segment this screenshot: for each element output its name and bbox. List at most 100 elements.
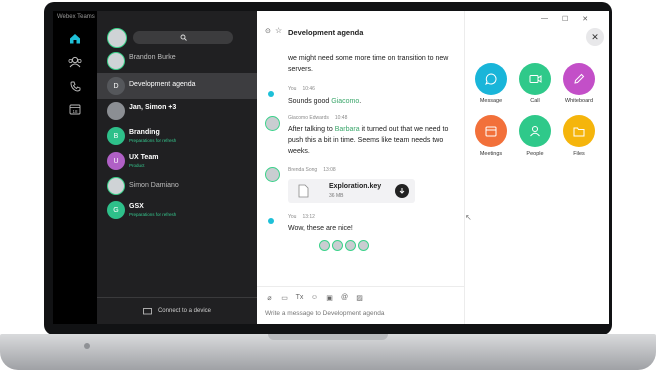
call-tile[interactable]: [519, 63, 551, 95]
message-input[interactable]: [265, 310, 455, 317]
person-icon: [530, 126, 540, 137]
image-icon[interactable]: ▨: [355, 293, 364, 302]
list-item[interactable]: Simon Damiano: [97, 174, 257, 198]
chat-bubble-icon: [485, 73, 497, 85]
avatar: [332, 240, 343, 251]
avatar: [265, 116, 280, 131]
avatar: [107, 102, 125, 120]
connect-device-button[interactable]: Connect to a device: [97, 297, 257, 324]
connect-label: Connect to a device: [157, 308, 212, 314]
message-text: we might need some more time on transiti…: [288, 55, 449, 73]
list-item[interactable]: B Branding Preparations for refresh: [97, 124, 286, 148]
message-meta: Giacomo Edwards 10:48: [288, 115, 348, 121]
info-icon[interactable]: ⊙: [265, 27, 271, 35]
star-icon[interactable]: ☆: [275, 26, 282, 35]
app-title: Webex Teams: [57, 14, 95, 20]
list-item-subtitle: Preparations for refresh: [129, 138, 177, 143]
emoji-icon[interactable]: ☺: [310, 293, 319, 302]
tile-label: Meetings: [479, 151, 503, 157]
tile-label: Call: [530, 98, 540, 104]
message-tile[interactable]: [475, 63, 507, 95]
pencil-icon: [574, 73, 585, 84]
list-item-subtitle: Preparations for refresh: [129, 212, 177, 217]
composer-divider: [257, 286, 464, 287]
mention: Barbara: [334, 126, 360, 133]
read-dot: [268, 91, 274, 97]
composer-toolbar: ⌀ ▭ Tx ☺ ▣ @ ▨: [265, 293, 364, 302]
calendar-icon[interactable]: 18: [65, 100, 85, 118]
files-tile[interactable]: [563, 115, 595, 147]
mention-icon[interactable]: @: [340, 293, 349, 302]
list-item-name: Jan, Simon +3: [129, 104, 177, 111]
read-dot: [268, 218, 274, 224]
close-panel-button[interactable]: ✕: [586, 28, 604, 46]
message-meta: You 13:12: [288, 214, 315, 220]
message-text: Sounds good Giacomo.: [288, 98, 362, 105]
mouse-cursor-icon: ↖: [465, 213, 472, 222]
list-item-name: UX Team: [129, 154, 159, 161]
list-item[interactable]: G GSX Preparations for refresh: [97, 198, 286, 222]
video-icon: [529, 75, 541, 83]
activity-panel: — ☐ ✕ ✕ Message Call Whiteboard Meetings…: [465, 11, 609, 324]
list-item-name: Simon Damiano: [129, 182, 179, 189]
profile-avatar[interactable]: [107, 28, 127, 48]
app-window: Webex Teams 18 + Brandon Burke D De: [53, 11, 609, 324]
mention: Giacomo: [331, 98, 360, 105]
message-meta: Brenda Song 13:08: [288, 167, 336, 173]
maximize-icon[interactable]: ☐: [562, 15, 568, 23]
list-item[interactable]: Jan, Simon +3 @: [97, 99, 286, 123]
file-size: 36 MB: [329, 193, 344, 199]
nav-rail: Webex Teams 18: [53, 11, 97, 324]
list-item[interactable]: U UX Team Product: [97, 149, 257, 173]
list-item-subtitle: Product: [129, 163, 145, 168]
gif-icon[interactable]: ▣: [325, 293, 334, 302]
file-icon: [298, 184, 309, 198]
avatar: G: [107, 201, 125, 219]
tile-label: Files: [573, 151, 585, 157]
avatar: U: [107, 152, 125, 170]
cast-icon: [143, 307, 152, 314]
minimize-icon[interactable]: —: [541, 15, 548, 23]
list-item-name: Branding: [129, 129, 160, 136]
screenshot-icon[interactable]: ▭: [280, 293, 289, 302]
download-icon[interactable]: [395, 184, 409, 198]
home-icon[interactable]: [65, 29, 85, 47]
file-name: Exploration.key: [329, 183, 382, 190]
search-icon: [180, 34, 187, 41]
list-item-name: Brandon Burke: [129, 54, 176, 61]
tile-label: Whiteboard: [564, 98, 594, 104]
read-receipts: [319, 240, 369, 251]
people-tile[interactable]: [519, 115, 551, 147]
search-input[interactable]: [133, 31, 233, 44]
list-header: +: [97, 11, 295, 49]
avatar: [265, 167, 280, 182]
file-attachment[interactable]: Exploration.key 36 MB: [288, 179, 415, 203]
message-text: After talking to Barbara it turned out t…: [288, 126, 449, 155]
meetings-tile[interactable]: [475, 115, 507, 147]
conversation-list: + Brandon Burke D Development agenda Jan…: [97, 11, 295, 324]
attach-icon[interactable]: ⌀: [265, 293, 274, 302]
format-icon[interactable]: Tx: [295, 293, 304, 302]
avatar: D: [107, 77, 125, 95]
laptop-indicator: [84, 343, 90, 349]
laptop-notch: [268, 334, 388, 340]
list-item-name: Development agenda: [129, 81, 196, 88]
whiteboard-tile[interactable]: [563, 63, 595, 95]
window-controls: — ☐ ✕: [541, 15, 588, 23]
message-text: Wow, these are nice!: [288, 225, 353, 232]
avatar: [345, 240, 356, 251]
chat-header: ⊙ ☆ Development agenda: [257, 25, 464, 41]
tile-label: Message: [479, 98, 503, 104]
people-icon[interactable]: [65, 53, 85, 71]
avatar: [358, 240, 369, 251]
avatar: [319, 240, 330, 251]
list-item-selected[interactable]: D Development agenda: [97, 73, 257, 99]
calendar-icon: [485, 126, 497, 137]
list-item-name: GSX: [129, 203, 144, 210]
close-window-icon[interactable]: ✕: [582, 15, 588, 23]
avatar: [107, 52, 125, 70]
avatar: B: [107, 127, 125, 145]
chat-panel: ⊙ ☆ Development agenda we might need som…: [257, 11, 465, 324]
phone-icon[interactable]: [65, 77, 85, 95]
list-item[interactable]: Brandon Burke: [97, 49, 257, 73]
